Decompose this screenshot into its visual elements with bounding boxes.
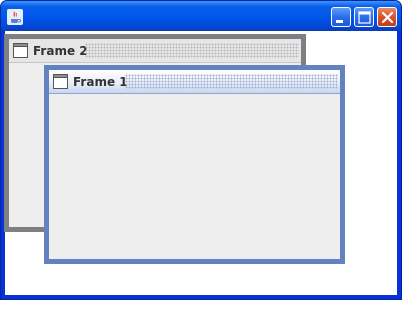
internal-frame-1[interactable]: Frame 1 xyxy=(44,65,345,264)
minimize-icon xyxy=(336,20,343,23)
window-titlebar[interactable] xyxy=(1,1,401,31)
titlebar-grip xyxy=(85,43,299,58)
close-icon xyxy=(381,11,394,24)
frame-2-titlebar[interactable]: Frame 2 xyxy=(9,39,301,63)
frame-1-title: Frame 1 xyxy=(73,75,128,89)
close-button[interactable] xyxy=(377,7,397,27)
maximize-icon xyxy=(358,11,371,24)
java-icon[interactable] xyxy=(7,9,23,25)
frame-window-icon[interactable] xyxy=(13,43,28,58)
frame-window-icon[interactable] xyxy=(53,74,68,89)
frame-1-titlebar[interactable]: Frame 1 xyxy=(49,70,340,94)
maximize-button[interactable] xyxy=(354,7,374,27)
minimize-button[interactable] xyxy=(331,7,351,27)
frame-1-content xyxy=(49,94,340,259)
frame-2-title: Frame 2 xyxy=(33,44,88,58)
titlebar-grip xyxy=(125,74,338,89)
